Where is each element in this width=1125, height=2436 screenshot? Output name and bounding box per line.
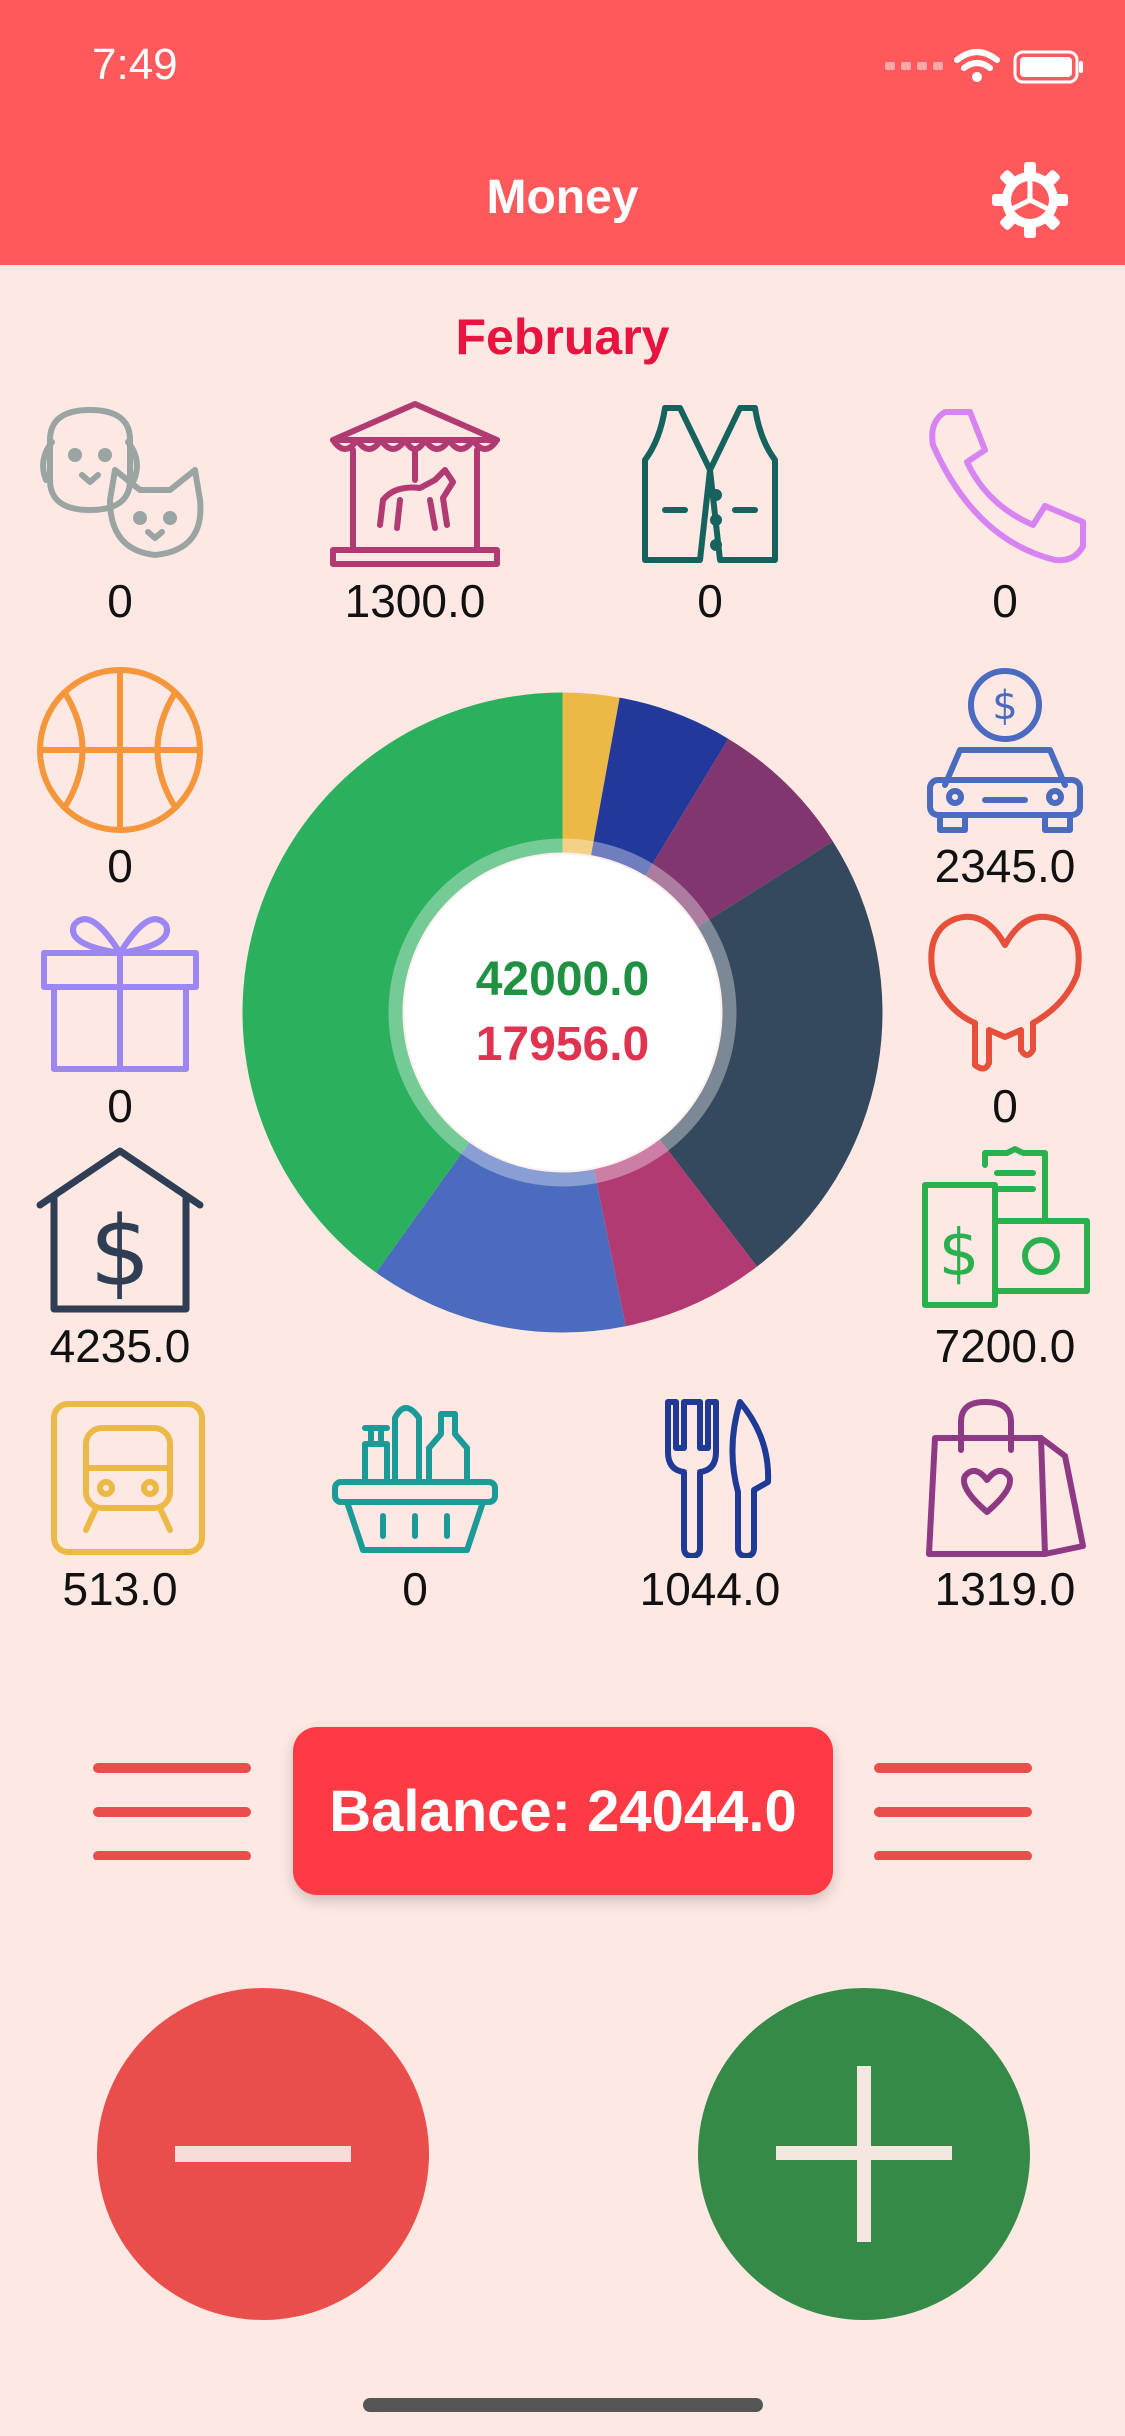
expense-donut-chart[interactable]: 42000.0 17956.0 — [240, 690, 885, 1335]
category-value: 0 — [107, 575, 133, 627]
category-value: 0 — [697, 575, 723, 627]
category-groceries[interactable]: 0 — [315, 1398, 515, 1615]
category-housing[interactable]: $ 4235.0 — [20, 1145, 220, 1372]
category-clothes[interactable]: 0 — [610, 400, 810, 627]
page-title: Money — [486, 171, 639, 224]
train-icon — [51, 1401, 205, 1555]
home-indicator — [363, 2398, 763, 2412]
right-menu-icon[interactable] — [873, 1760, 1033, 1860]
category-transport[interactable]: 513.0 — [20, 1398, 220, 1615]
heart-icon — [928, 913, 1082, 1072]
category-value: 2345.0 — [934, 840, 1076, 892]
svg-text:$: $ — [992, 683, 1017, 729]
category-value: 7200.0 — [934, 1320, 1076, 1372]
category-phone[interactable]: 0 — [905, 400, 1105, 627]
category-value: 0 — [992, 1080, 1018, 1132]
category-value: 0 — [107, 840, 133, 892]
category-health[interactable]: 0 — [905, 905, 1105, 1132]
category-salary[interactable]: $ 7200.0 — [905, 1145, 1105, 1372]
category-value: 1319.0 — [934, 1563, 1076, 1615]
category-value: 513.0 — [62, 1563, 178, 1615]
category-food[interactable]: 1044.0 — [610, 1398, 810, 1615]
category-shopping[interactable]: 1319.0 — [905, 1398, 1105, 1615]
category-value: 1044.0 — [639, 1563, 781, 1615]
wifi-icon — [954, 49, 1000, 71]
house-dollar-icon: $ — [36, 1147, 204, 1313]
category-value: 0 — [402, 1563, 428, 1615]
car-icon: $ — [927, 668, 1083, 833]
battery-icon — [1013, 50, 1083, 84]
balance-badge[interactable]: Balance: 24044.0 — [293, 1727, 833, 1895]
category-value: 0 — [107, 1080, 133, 1132]
category-car[interactable]: $ 2345.0 — [905, 665, 1105, 892]
basketball-icon — [37, 667, 203, 833]
add-income-button[interactable] — [698, 1988, 1030, 2320]
category-value: 1300.0 — [344, 575, 486, 627]
category-value: 4235.0 — [49, 1320, 191, 1372]
category-gifts[interactable]: 0 — [20, 905, 220, 1132]
gift-icon — [41, 916, 199, 1072]
svg-text:$: $ — [89, 1196, 150, 1308]
svg-text:$: $ — [939, 1217, 980, 1291]
phone-icon — [929, 409, 1086, 564]
pets-icon — [40, 407, 204, 558]
shopping-bag-icon — [926, 1399, 1086, 1557]
donut-hole — [404, 854, 721, 1171]
grocery-basket-icon — [332, 1405, 498, 1553]
minus-icon — [175, 2146, 351, 2162]
add-expense-button[interactable] — [97, 1988, 429, 2320]
category-pets[interactable]: 0 — [20, 400, 220, 627]
vest-icon — [642, 405, 778, 563]
category-entertainment[interactable]: 1300.0 — [315, 400, 515, 627]
month-label: February — [455, 309, 670, 365]
category-value: 0 — [992, 575, 1018, 627]
donut-svg — [242, 692, 883, 1333]
carousel-icon — [330, 401, 500, 567]
cash-icon: $ — [922, 1146, 1090, 1308]
status-time: 7:49 — [92, 40, 178, 89]
settings-gear-icon[interactable] — [990, 160, 1070, 240]
status-icons — [885, 49, 1083, 84]
category-sport[interactable]: 0 — [20, 665, 220, 892]
fork-knife-icon — [665, 1399, 772, 1558]
plus-icon — [776, 2066, 952, 2242]
left-menu-icon[interactable] — [92, 1760, 252, 1860]
